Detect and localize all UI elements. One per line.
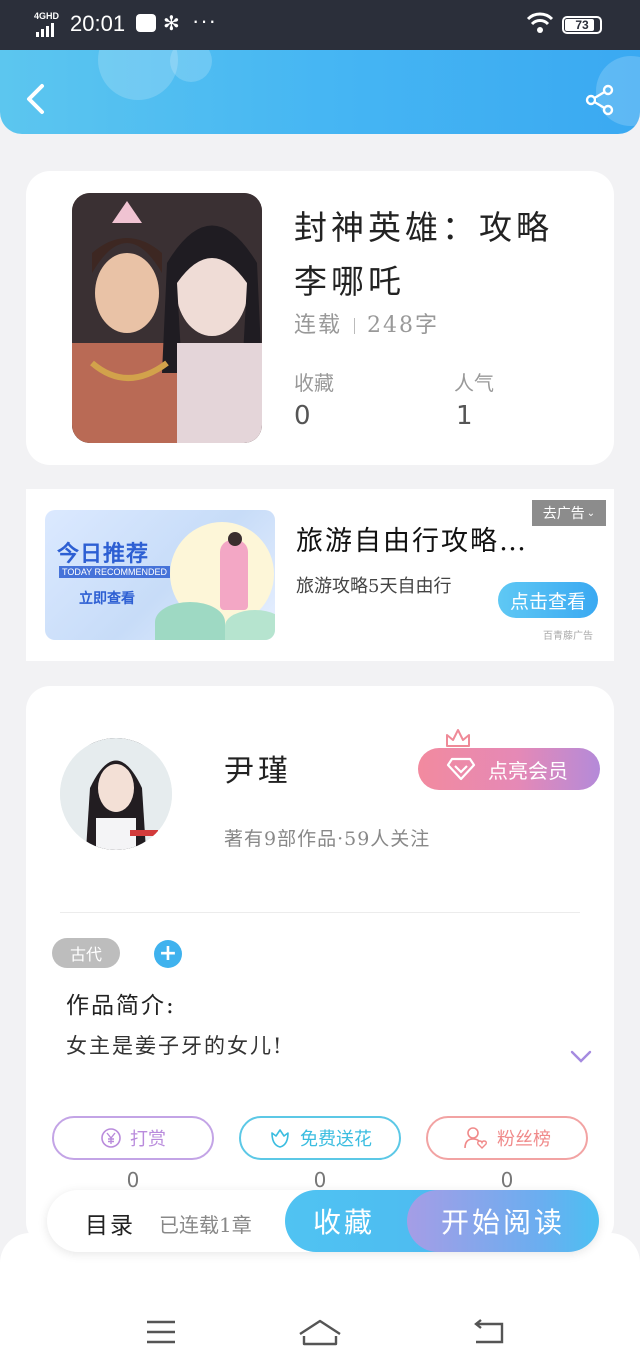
ad-banner-button: 立即查看 [79, 590, 135, 606]
back-nav-icon[interactable] [472, 1318, 506, 1346]
avatar-illustration [60, 738, 172, 850]
word-count: 248字 [367, 313, 440, 338]
battery-icon: 73 [562, 16, 602, 34]
message-icon [136, 14, 156, 32]
ad-view-button[interactable]: 点击查看 [498, 582, 598, 618]
top-header [0, 50, 640, 134]
ad-source: 百青藤广告 [543, 631, 593, 642]
back-button[interactable] [22, 82, 48, 116]
ad-banner-subtitle: TODAY RECOMMENDED [59, 566, 171, 578]
vip-button[interactable]: 点亮会员 [418, 748, 600, 790]
send-flower-label: 免费送花 [300, 1129, 372, 1150]
send-flower-button[interactable]: 免费送花 [239, 1116, 401, 1160]
tip-button[interactable]: 打赏 [52, 1116, 214, 1160]
diamond-icon [446, 757, 476, 781]
status-bar: 4GHD 20:01 ✻ ··· 73 [0, 0, 640, 50]
genre-tag[interactable]: 古代 [52, 938, 120, 968]
more-notifications-icon: ··· [192, 8, 217, 33]
battery-level: 73 [575, 18, 589, 32]
start-reading-button[interactable]: 开始阅读 [407, 1190, 599, 1252]
reading-action-bar: 目录 已连载1章 收藏 开始阅读 [47, 1190, 599, 1252]
intro-text: 女主是姜子牙的女儿! [66, 1034, 284, 1058]
fan-ranking-button[interactable]: 粉丝榜 [426, 1116, 588, 1160]
ad-description: 旅游攻略5天自由行 [296, 576, 452, 597]
ad-banner-image[interactable]: 今日推荐 TODAY RECOMMENDED 立即查看 [45, 510, 275, 640]
menu-icon[interactable] [145, 1318, 177, 1346]
author-avatar[interactable] [60, 738, 172, 850]
popularity-label: 人气 [454, 371, 494, 395]
tip-count: 0 [126, 1168, 140, 1192]
book-cover[interactable] [72, 193, 262, 443]
bottom-panel [0, 1233, 640, 1372]
cover-illustration [72, 193, 262, 443]
author-card: 尹瑾 著有9部作品·59人关注 点亮会员 古代 + 作品简介: 女主是姜子牙的女… [26, 686, 614, 1246]
catalog-button[interactable]: 目录 [85, 1206, 135, 1240]
remove-ad-label: 去广告 [542, 506, 585, 522]
favorites-count: 0 [294, 401, 311, 431]
author-meta: 著有9部作品·59人关注 [224, 828, 431, 850]
popularity-count: 1 [456, 401, 473, 431]
book-title: 封神英雄：攻略李哪吒 [294, 208, 553, 301]
chapter-count: 已连载1章 [159, 1213, 252, 1237]
fan-ranking-label: 粉丝榜 [497, 1129, 551, 1150]
flower-count: 0 [313, 1168, 327, 1192]
network-type: 4GHD [34, 11, 60, 21]
vip-button-label: 点亮会员 [488, 760, 568, 783]
chevron-down-icon: ⌄ [586, 507, 596, 519]
serial-status: 连载 [294, 313, 343, 338]
book-info-card: 封神英雄：攻略李哪吒 连载 248字 收藏 0 人气 1 [26, 171, 614, 465]
expand-chevron-icon[interactable] [570, 1050, 592, 1064]
start-reading-label: 开始阅读 [440, 1206, 565, 1239]
book-status-line: 连载 248字 [294, 307, 439, 339]
wifi-icon [526, 12, 554, 33]
collect-label: 收藏 [313, 1206, 376, 1239]
remove-ad-button[interactable]: 去广告 ⌄ [532, 500, 606, 526]
tip-label: 打赏 [130, 1129, 166, 1150]
author-name: 尹瑾 [224, 754, 292, 789]
user-heart-icon [464, 1127, 487, 1149]
ad-title: 旅游自由行攻略… [296, 526, 528, 557]
home-icon[interactable] [298, 1318, 342, 1348]
fan-count: 0 [500, 1168, 514, 1192]
crown-icon [446, 729, 470, 747]
favorites-label: 收藏 [294, 371, 334, 395]
add-tag-button[interactable]: + [154, 940, 182, 968]
intro-label: 作品简介: [66, 993, 176, 1019]
yuan-icon [101, 1128, 121, 1148]
clock: 20:01 [70, 11, 126, 36]
ad-banner-title: 今日推荐 [57, 541, 150, 566]
divider [60, 912, 580, 913]
flower-icon [271, 1129, 289, 1148]
signal-icon [36, 23, 54, 37]
ad-card[interactable]: 今日推荐 TODAY RECOMMENDED 立即查看 旅游自由行攻略… 旅游攻… [26, 489, 614, 661]
share-button[interactable] [584, 84, 616, 116]
fan-icon: ✻ [163, 13, 180, 35]
